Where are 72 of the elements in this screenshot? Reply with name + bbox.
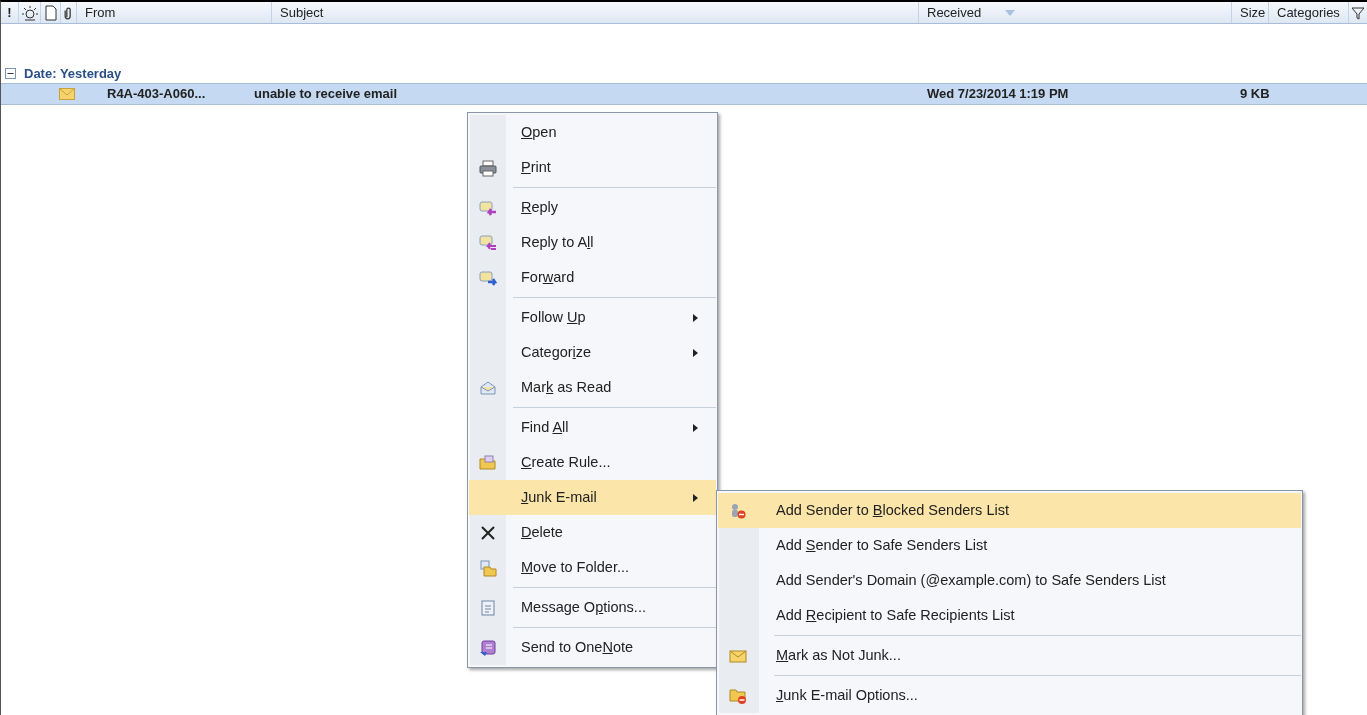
reply-icon [479, 198, 497, 217]
menu-item[interactable]: Junk E-mail [469, 480, 716, 515]
message-row[interactable]: R4A-403-A060... unable to receive email Wed 7/23/2014 1:19 PM 9 KB [1, 84, 1367, 105]
menu-item[interactable]: Reply to All [469, 225, 716, 260]
menu-item[interactable]: Categorize [469, 335, 716, 370]
column-header[interactable]: Received [927, 2, 982, 23]
menu-item[interactable]: Add Recipient to Safe Recipients List [718, 598, 1301, 633]
envelope-icon [59, 88, 75, 100]
menu-item-label: Open [521, 123, 557, 140]
received-text: Wed 7/23/2014 1:19 PM [927, 86, 1069, 102]
menu-item-label: Add Sender to Blocked Senders List [776, 501, 1009, 518]
submenu-arrow-icon [693, 423, 698, 432]
collapse-icon[interactable] [5, 68, 16, 79]
forward-icon [479, 268, 497, 287]
submenu-arrow-icon [693, 348, 698, 357]
column-header[interactable]: Size [1240, 2, 1266, 23]
menu-item[interactable]: Move to Folder... [469, 550, 716, 585]
menu-item[interactable]: Create Rule... [469, 445, 716, 480]
menu-item[interactable]: Mark as Not Junk... [718, 633, 1301, 673]
subject-text: unable to receive email [254, 86, 398, 102]
importance-header[interactable]: ! [7, 2, 12, 23]
menu-item-label: Follow Up [521, 308, 586, 325]
submenu-arrow-icon [693, 313, 698, 322]
menu-item[interactable]: Print [469, 150, 716, 185]
menu-item-label: Reply to All [521, 233, 594, 250]
menu-item[interactable]: Junk E-mail Options... [718, 673, 1301, 713]
menu-item-label: Find All [521, 418, 569, 435]
menu-item[interactable]: Open [469, 115, 716, 150]
column-header[interactable]: Categories [1277, 2, 1340, 23]
menu-item-label: Forward [521, 268, 575, 285]
menu-item-label: Add Recipient to Safe Recipients List [776, 606, 1015, 623]
reminder-icon [20, 3, 39, 22]
menu-item-label: Send to OneNote [521, 638, 634, 655]
sender-text: R4A-403-A060... [107, 86, 206, 102]
column-header[interactable]: Subject [280, 2, 324, 23]
reply-all-icon [479, 233, 497, 252]
menu-item[interactable]: Forward [469, 260, 716, 295]
document-icon [479, 598, 497, 617]
notebook-icon [479, 638, 497, 657]
menu-item-label: Delete [521, 523, 563, 540]
menu-item-label: Create Rule... [521, 453, 611, 470]
menu-item-label: Print [521, 158, 551, 175]
menu-item-label: Add Sender to Safe Senders List [776, 536, 988, 553]
folder-icon [479, 558, 497, 577]
menu-item[interactable]: Message Options... [469, 585, 716, 625]
menu-item[interactable]: Send to OneNote [469, 625, 716, 665]
menu-item[interactable]: Reply [469, 185, 716, 225]
menu-item-label: Categorize [521, 343, 592, 360]
printer-icon [479, 158, 497, 177]
menu-item[interactable]: Mark as Read [469, 370, 716, 405]
menu-item-label: Add Sender's Domain (@example.com) to Safe Senders List [776, 571, 1166, 588]
close-icon [479, 523, 497, 542]
size-text: 9 KB [1240, 86, 1270, 102]
menu-item[interactable]: Delete [469, 515, 716, 550]
group-label: Date: Yesterday [24, 64, 122, 83]
folder-blocked-icon [729, 686, 747, 705]
folder-icon [479, 453, 497, 472]
menu-item[interactable]: Add Sender to Safe Senders List [718, 528, 1301, 563]
menu-item-label: Junk E-mail Options... [776, 686, 918, 703]
menu-item-label: Message Options... [521, 598, 646, 615]
blocked-person-icon [729, 501, 747, 520]
menu-item[interactable]: Add Sender to Blocked Senders List [718, 493, 1301, 528]
menu-item-label: Mark as Read [521, 378, 612, 395]
menu-item[interactable]: Add Sender's Domain (@example.com) to Safe Senders List [718, 563, 1301, 598]
menu-item[interactable]: Find All [469, 405, 716, 445]
menu-item-label: Mark as Not Junk... [776, 646, 901, 663]
submenu-arrow-icon [693, 493, 698, 502]
menu-item-label: Junk E-mail [521, 488, 597, 505]
menu-item-label: Reply [521, 198, 559, 215]
column-header[interactable]: From [85, 2, 116, 23]
menu-item-label: Move to Folder... [521, 558, 629, 575]
menu-item[interactable]: Follow Up [469, 295, 716, 335]
